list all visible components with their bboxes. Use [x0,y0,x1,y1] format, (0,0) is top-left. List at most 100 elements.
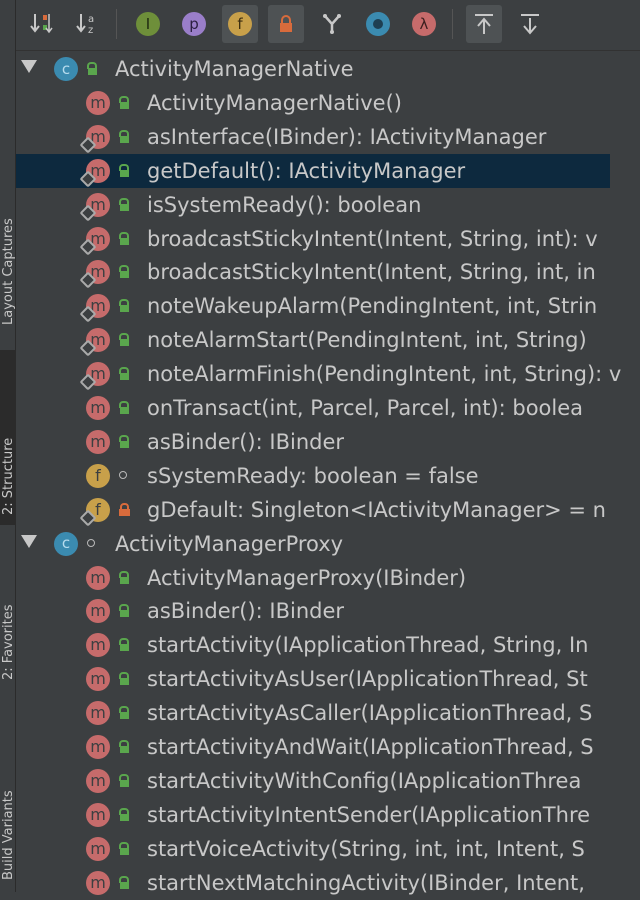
tree-method-node[interactable]: m startActivityAndWait(IApplicationThread… [16,730,640,764]
package-visibility-icon [118,469,129,481]
class-icon: c [54,57,78,81]
tree-method-node[interactable]: m noteWakeupAlarm(PendingIntent, int, Str… [16,289,640,323]
tree-method-node[interactable]: m startActivityAsCaller(IApplicationThrea… [16,696,640,730]
package-visibility-icon [86,537,97,549]
public-lock-icon [118,706,129,720]
tree-class-node[interactable]: c ActivityManagerNative [16,52,640,86]
tree-method-node[interactable]: m noteAlarmStart(PendingIntent, int, Stri… [16,323,640,357]
tree-method-node[interactable]: m isSystemReady(): boolean [16,188,640,222]
public-lock-icon [118,570,129,584]
inherited-icon: I [136,12,160,36]
show-interfaces-button[interactable] [360,5,396,43]
tree-method-node[interactable]: m noteAlarmFinish(PendingIntent, int, Str… [16,357,640,391]
tree-node-label: startVoiceActivity(String, int, int, Int… [147,836,585,861]
tree-method-node[interactable]: m getDefault(): IActivityManager [16,153,610,188]
tree-node-label: startActivityAsCaller(IApplicationThread… [147,701,593,726]
override-badge-icon [79,339,97,357]
method-icon: m [86,429,110,454]
method-icon: m [86,870,110,895]
tree-method-node[interactable]: m startActivityWithConfig(IApplicationThr… [16,764,640,798]
tree-method-node[interactable]: m asBinder(): IBinder [16,594,640,628]
show-lambdas-button[interactable]: λ [406,5,442,43]
show-fields-button[interactable]: f [222,5,258,43]
public-lock-icon [118,638,129,652]
public-lock-icon [118,163,129,177]
override-badge-icon [79,509,97,527]
tree-method-node[interactable]: m broadcastStickyIntent(Intent, String, i… [16,222,640,256]
tree-node-label: startNextMatchingActivity(IBinder, Inten… [147,870,585,895]
side-tab-build-variants[interactable]: Build Variants [0,720,15,892]
lambda-icon: λ [412,12,436,36]
tree-node-label: startActivityAsUser(IApplicationThread, … [147,667,588,692]
tree-class-node[interactable]: c ActivityManagerProxy [16,527,640,561]
method-icon: m [79,260,110,289]
show-anonymous-classes-button[interactable] [314,5,350,43]
override-badge-icon [79,170,97,188]
tree-method-node[interactable]: m startActivityIntentSender(IApplicationT… [16,798,640,832]
public-lock-icon [86,62,97,75]
svg-text:a: a [88,14,94,25]
tree-method-node[interactable]: m startActivityAsUser(IApplicationThread,… [16,662,640,696]
public-lock-icon [118,299,129,313]
tree-method-node[interactable]: m ActivityManagerProxy(IBinder) [16,561,640,595]
public-lock-icon [118,875,129,889]
override-badge-icon [79,305,97,323]
side-tab-favorites[interactable]: 2: Favorites [0,540,15,690]
sort-by-visibility-button[interactable] [24,5,60,43]
class-icon: c [54,531,78,556]
autoscroll-to-source-button[interactable] [466,5,502,43]
method-icon: m [79,362,110,391]
tree-method-node[interactable]: m asBinder(): IBinder [16,425,640,459]
tree-method-node[interactable]: m broadcastStickyIntent(Intent, String, i… [16,255,640,289]
side-tab-layout-captures[interactable]: Layout Captures [0,0,15,330]
method-icon: m [86,836,110,861]
expand-arrow-icon[interactable] [21,60,37,73]
public-lock-icon [118,367,129,381]
autoscroll-from-source-button[interactable] [512,5,548,43]
tree-method-node[interactable]: m onTransact(int, Parcel, Parcel, int): b… [16,391,640,425]
side-tab-label: 2: Favorites [1,604,16,680]
tree-method-node[interactable]: m startNextMatchingActivity(IBinder, Inte… [16,866,640,900]
interface-icon [366,12,390,36]
tree-node-label: ActivityManagerProxy [115,531,344,556]
sort-alphabetically-icon: a z [76,14,94,36]
tree-method-node[interactable]: m startVoiceActivity(String, int, int, In… [16,832,640,866]
tree-node-label: startActivityIntentSender(IApplicationTh… [147,802,591,827]
method-icon: m [79,124,110,154]
tree-node-label: getDefault(): IActivityManager [147,158,466,183]
sort-alphabetically-button[interactable]: a z [70,5,106,43]
anonymous-class-icon [323,14,341,34]
tree-field-node[interactable]: f sSystemReady: boolean = false [16,459,640,493]
override-badge-icon [79,271,97,289]
public-lock-icon [118,401,129,414]
tree-node-label: ActivityManagerNative() [147,90,402,115]
tree-node-label: startActivityWithConfig(IApplicationThre… [147,768,582,793]
tree-method-node[interactable]: m ActivityManagerNative() [16,86,640,120]
tree-node-label: ActivityManagerNative [115,57,354,81]
override-badge-icon [79,238,97,255]
method-icon: m [79,226,110,255]
lock-icon [280,15,292,32]
tree-node-label: sSystemReady: boolean = false [147,463,479,488]
tree-method-node[interactable]: m startActivity(IApplicationThread, Strin… [16,628,640,662]
tree-field-node[interactable]: f gDefault: Singleton<IActivityManager> =… [16,493,640,527]
tree-node-label: noteAlarmFinish(PendingIntent, int, Stri… [147,362,622,387]
side-tab-structure[interactable]: 2: Structure [0,350,15,525]
public-lock-icon [118,807,129,821]
public-lock-icon [118,129,129,143]
tree-node-label: noteWakeupAlarm(PendingIntent, int, Stri… [147,294,598,319]
public-lock-icon [118,197,129,211]
method-icon: m [86,768,110,793]
tree-method-node[interactable]: m asInterface(IBinder): IActivityManager [16,120,640,154]
show-non-public-button[interactable] [268,5,304,43]
public-lock-icon [118,333,129,347]
tree-node-label: asBinder(): IBinder [147,429,345,454]
show-inherited-button[interactable]: I [130,5,166,43]
expand-arrow-icon[interactable] [21,534,37,548]
structure-toolbar: a z I p f λ [16,0,640,51]
method-icon: m [86,701,110,726]
tree-node-label: asInterface(IBinder): IActivityManager [147,124,547,149]
show-properties-button[interactable]: p [176,5,212,43]
method-icon: m [86,565,110,590]
public-lock-icon [118,265,129,279]
